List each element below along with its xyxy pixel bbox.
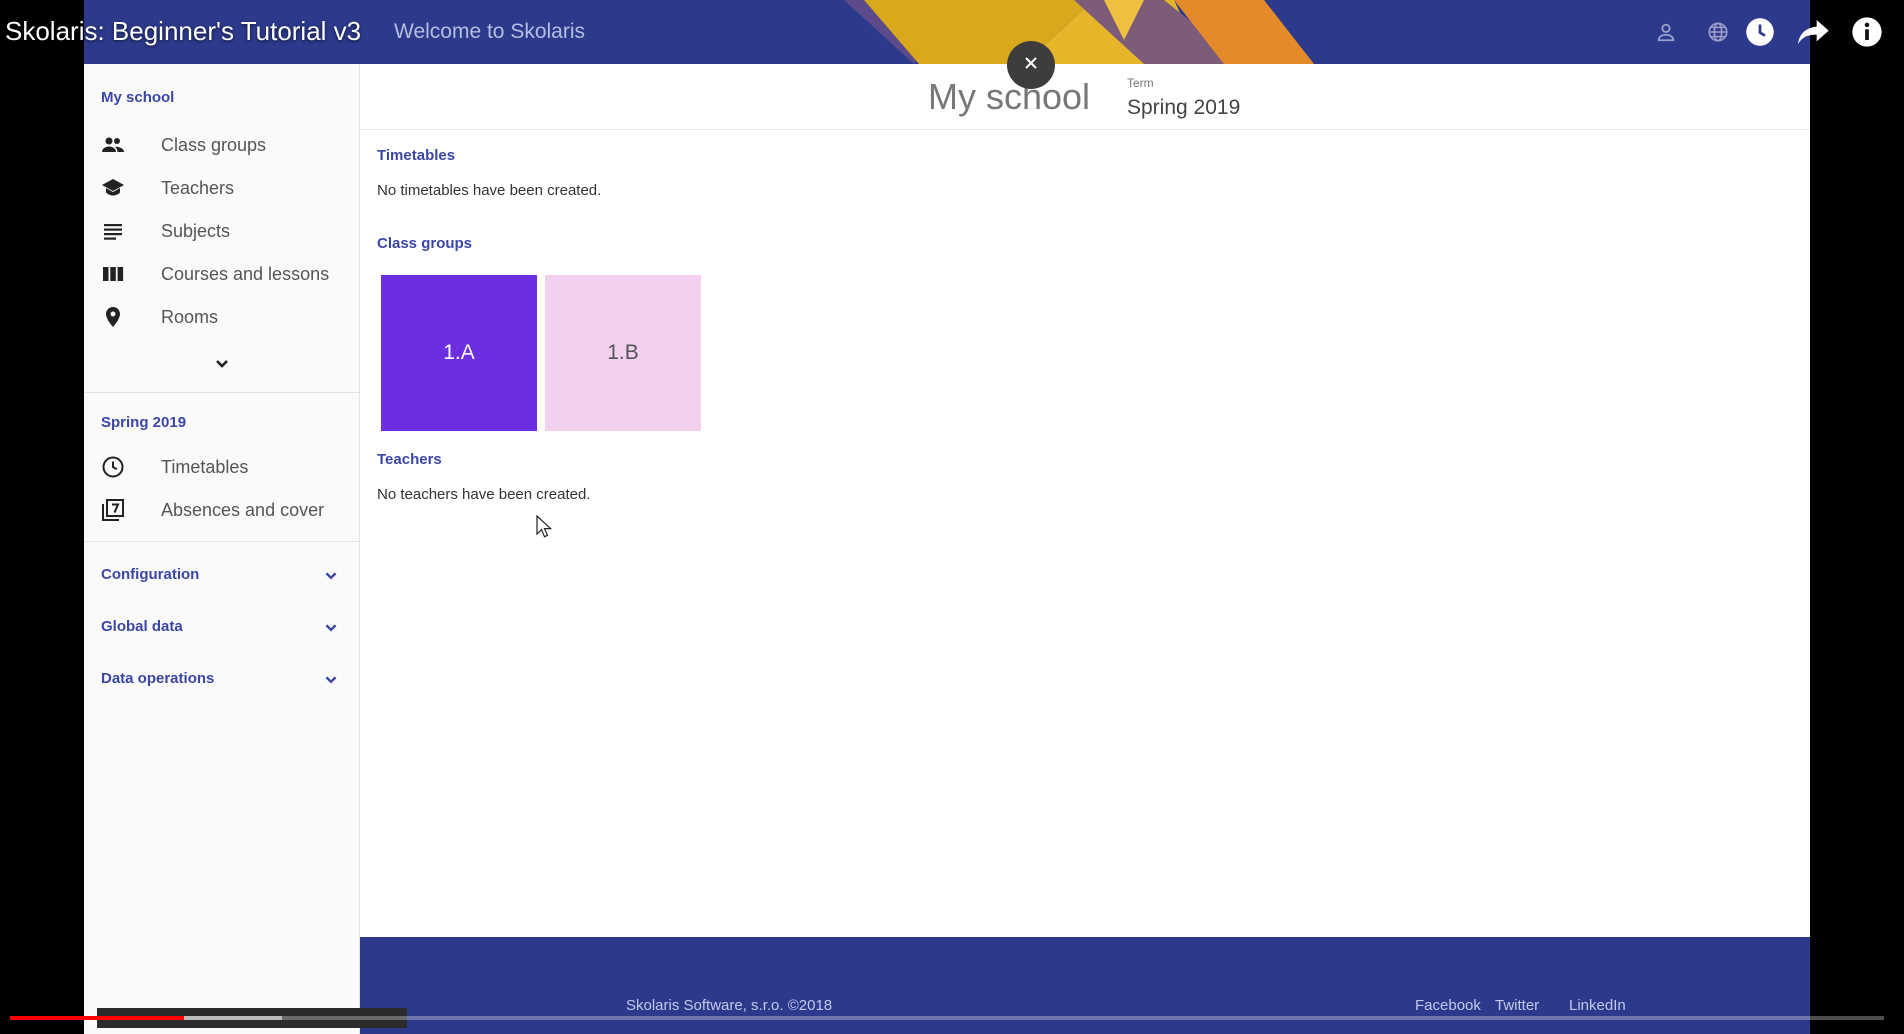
welcome-text: Welcome to Skolaris [394,20,586,43]
sidebar-item-label: Timetables [161,456,249,477]
people-icon [101,133,125,157]
class-groups-heading: Class groups [377,235,473,252]
info-icon[interactable] [1851,16,1883,48]
sidebar-section-term: Spring 2019 [101,414,187,431]
sidebar-item-absences[interactable]: Absences and cover [84,490,360,530]
term-selector[interactable]: Spring 2019 [1127,96,1240,120]
term-caption: Term [1127,76,1154,90]
sidebar-item-label: Absences and cover [161,499,325,520]
page-header: My school Term Spring 2019 [360,64,1810,130]
section-label: Configuration [101,566,200,583]
class-group-label: 1.A [443,341,475,364]
sidebar-section-my-school: My school [101,89,175,106]
columns-icon [101,262,125,286]
progress-played [10,1016,185,1020]
sidebar-divider [84,392,360,393]
sidebar-section-global-data[interactable]: Global data [84,603,360,651]
close-button[interactable] [1007,41,1055,89]
timetables-heading: Timetables [377,147,456,164]
footer-copyright: Skolaris Software, s.r.o. ©2018 [626,997,833,1014]
teachers-empty-text: No teachers have been created. [377,486,591,503]
footer-link-twitter[interactable]: Twitter [1495,997,1539,1014]
class-group-tile-1a[interactable]: 1.A [381,275,537,431]
video-progress-bar[interactable] [10,1016,1884,1020]
header-banner-graphic [844,0,1314,64]
chevron-down-icon [320,565,342,592]
watch-later-clock-icon[interactable] [1744,16,1776,48]
graduation-cap-icon [101,176,125,200]
sidebar-section-configuration[interactable]: Configuration [84,551,360,599]
video-frame: Welcome to Skolaris My school Class grou… [84,0,1810,1034]
sidebar-item-label: Subjects [161,220,231,241]
video-title[interactable]: Skolaris: Beginner's Tutorial v3 [5,16,361,47]
sidebar: My school Class groups Teachers Subjects… [84,64,360,1034]
section-label: Global data [101,618,183,635]
sidebar-item-label: Rooms [161,306,219,327]
location-pin-icon [101,305,125,329]
chevron-down-icon [320,669,342,696]
sidebar-item-teachers[interactable]: Teachers [84,168,360,208]
subject-lines-icon [101,219,125,243]
sidebar-item-rooms[interactable]: Rooms [84,297,360,337]
class-group-label: 1.B [607,341,639,364]
clock-icon [101,455,125,479]
chevron-down-icon [320,617,342,644]
mouse-pointer-icon [536,515,552,538]
main-content: My school Term Spring 2019 Timetables No… [360,64,1810,937]
footer-link-linkedin[interactable]: LinkedIn [1569,997,1626,1014]
class-group-tile-1b[interactable]: 1.B [545,275,701,431]
account-icon[interactable] [1650,16,1682,48]
sidebar-item-timetables[interactable]: Timetables [84,447,360,487]
sidebar-section-data-operations[interactable]: Data operations [84,655,360,703]
sidebar-item-label: Teachers [161,177,235,198]
page-title: My school [928,76,1091,117]
teachers-heading: Teachers [377,451,442,468]
sidebar-item-class-groups[interactable]: Class groups [84,125,360,165]
expand-more-chevron-icon[interactable] [210,352,234,376]
footer-link-facebook[interactable]: Facebook [1415,997,1481,1014]
sidebar-item-label: Class groups [161,134,267,155]
close-icon [1023,55,1039,76]
sidebar-item-subjects[interactable]: Subjects [84,211,360,251]
share-arrow-icon[interactable] [1798,16,1830,48]
sidebar-divider [84,541,360,542]
sidebar-item-courses[interactable]: Courses and lessons [84,254,360,294]
calendar-seven-icon [101,498,125,522]
sidebar-item-label: Courses and lessons [161,263,330,284]
timetables-empty-text: No timetables have been created. [377,182,602,199]
globe-icon[interactable] [1702,16,1734,48]
section-label: Data operations [101,670,215,687]
